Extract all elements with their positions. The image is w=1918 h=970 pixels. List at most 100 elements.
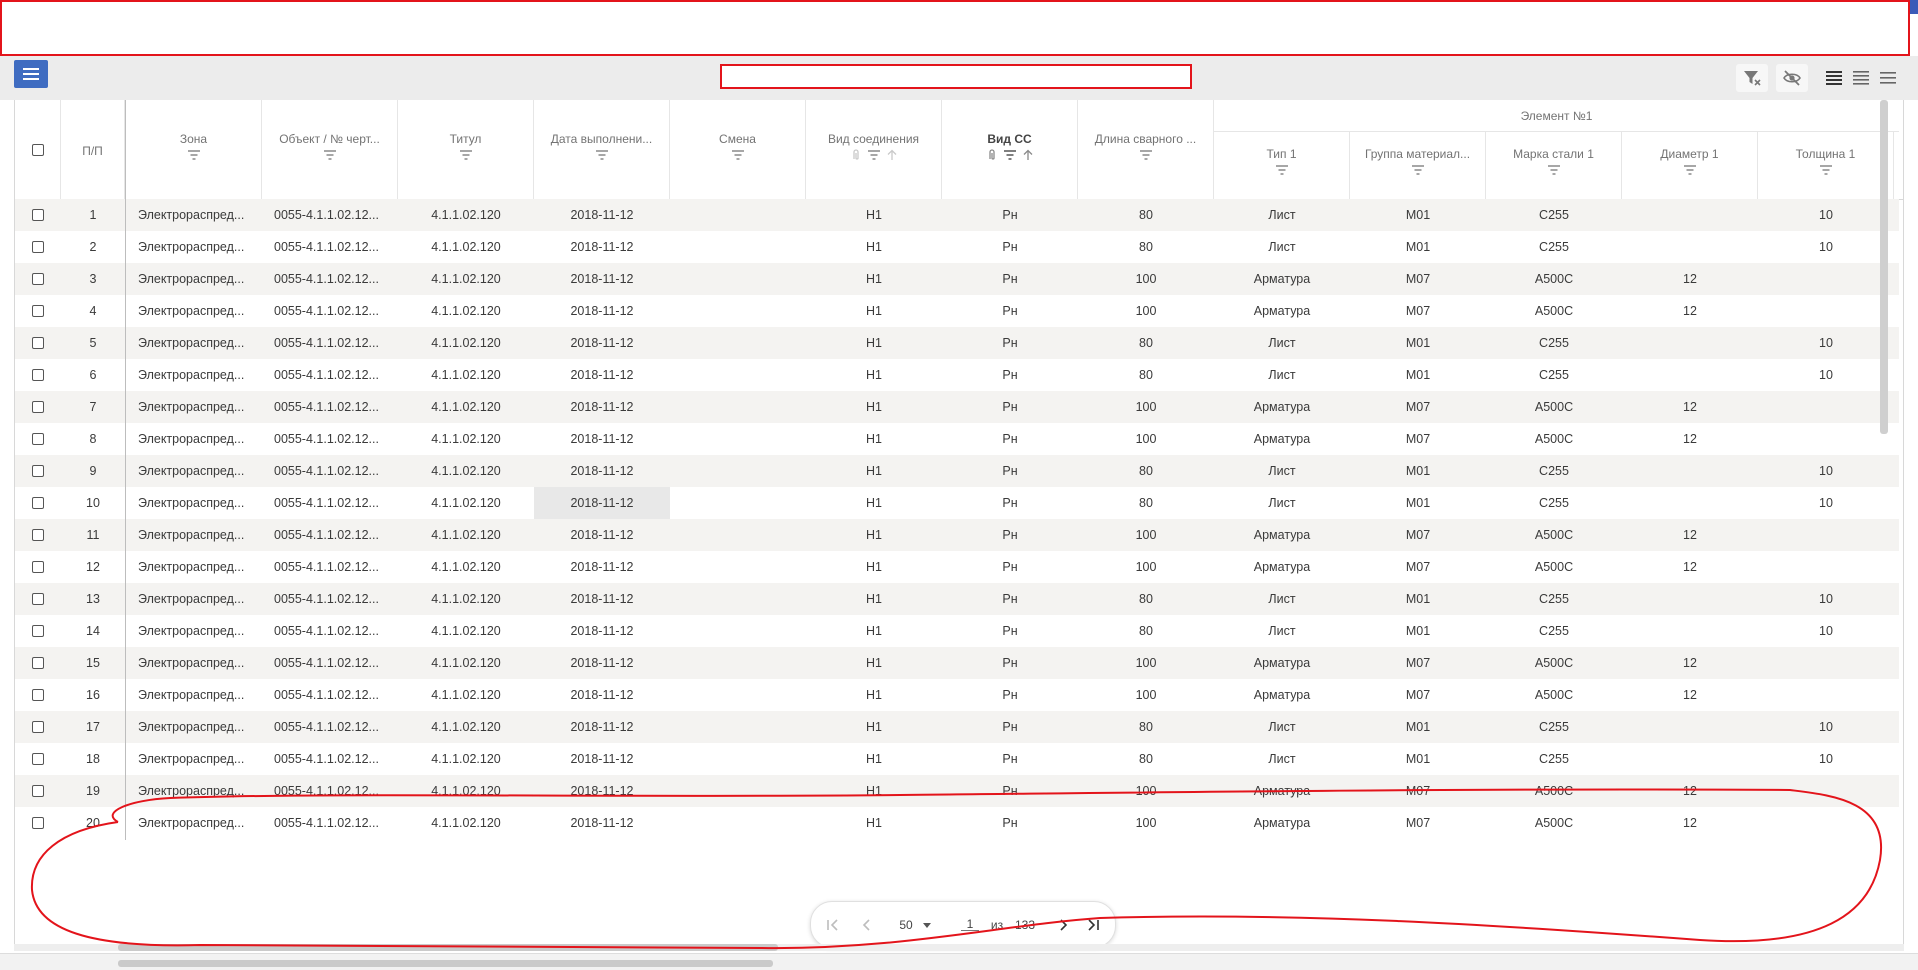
type1-cell[interactable]: Лист — [1214, 583, 1350, 615]
first-page-button[interactable] — [821, 902, 845, 947]
search-input[interactable] — [720, 64, 1192, 89]
steel-grade-cell[interactable]: С255 — [1486, 359, 1622, 391]
filter-icon[interactable] — [1003, 149, 1017, 161]
type1-cell[interactable]: Арматура — [1214, 647, 1350, 679]
header-object[interactable]: Объект / № черт... — [262, 100, 398, 199]
shift-cell[interactable] — [670, 743, 806, 775]
table-row[interactable]: 16 Электрораспред... 0055-4.1.1.02.12... 4.… — [15, 679, 1899, 711]
type1-cell[interactable]: Арматура — [1214, 679, 1350, 711]
joint-type-cell[interactable]: Н1 — [806, 327, 942, 359]
thickness-cell[interactable] — [1758, 423, 1894, 455]
ss-type-cell[interactable]: Рн — [942, 295, 1078, 327]
table-row[interactable]: 7 Электрораспред... 0055-4.1.1.02.12... 4.1… — [15, 391, 1899, 423]
date-cell[interactable]: 2018-11-12 — [534, 327, 670, 359]
date-cell[interactable]: 2018-11-12 — [534, 647, 670, 679]
steel-grade-cell[interactable]: А500С — [1486, 551, 1622, 583]
ss-type-cell[interactable]: Рн — [942, 743, 1078, 775]
row-number[interactable]: 8 — [61, 423, 125, 455]
object-cell[interactable]: 0055-4.1.1.02.12... — [262, 295, 398, 327]
steel-grade-cell[interactable]: С255 — [1486, 231, 1622, 263]
joint-type-cell[interactable]: Н1 — [806, 295, 942, 327]
material-group-cell[interactable]: М07 — [1350, 807, 1486, 839]
type1-cell[interactable]: Лист — [1214, 455, 1350, 487]
object-cell[interactable]: 0055-4.1.1.02.12... — [262, 423, 398, 455]
weld-length-cell[interactable]: 100 — [1078, 263, 1214, 295]
sort-arrow-up-icon[interactable] — [885, 149, 899, 161]
row-checkbox[interactable] — [32, 561, 44, 573]
thickness-cell[interactable]: 10 — [1758, 455, 1894, 487]
thickness-cell[interactable]: 10 — [1758, 327, 1894, 359]
zone-cell[interactable]: Электрораспред... — [126, 551, 262, 583]
object-cell[interactable]: 0055-4.1.1.02.12... — [262, 455, 398, 487]
thickness-cell[interactable] — [1758, 679, 1894, 711]
joint-type-cell[interactable]: Н1 — [806, 711, 942, 743]
joint-type-cell[interactable]: Н1 — [806, 487, 942, 519]
ss-type-cell[interactable]: Рн — [942, 583, 1078, 615]
diameter-cell[interactable] — [1622, 487, 1758, 519]
weld-length-cell[interactable]: 80 — [1078, 711, 1214, 743]
material-group-cell[interactable]: М01 — [1350, 231, 1486, 263]
weld-length-cell[interactable]: 80 — [1078, 583, 1214, 615]
table-row[interactable]: 5 Электрораспред... 0055-4.1.1.02.12... 4.1… — [15, 327, 1899, 359]
object-cell[interactable]: 0055-4.1.1.02.12... — [262, 327, 398, 359]
row-checkbox[interactable] — [32, 753, 44, 765]
ss-type-cell[interactable]: Рн — [942, 455, 1078, 487]
table-row[interactable]: 3 Электрораспред... 0055-4.1.1.02.12... 4.1… — [15, 263, 1899, 295]
row-number[interactable]: 12 — [61, 551, 125, 583]
filter-icon[interactable] — [459, 149, 473, 161]
table-row[interactable]: 13 Электрораспред... 0055-4.1.1.02.12... 4.… — [15, 583, 1899, 615]
thickness-cell[interactable]: 10 — [1758, 615, 1894, 647]
table-row[interactable]: 4 Электрораспред... 0055-4.1.1.02.12... 4.1… — [15, 295, 1899, 327]
shift-cell[interactable] — [670, 455, 806, 487]
object-cell[interactable]: 0055-4.1.1.02.12... — [262, 679, 398, 711]
attachment-icon[interactable] — [985, 149, 999, 161]
row-number[interactable]: 13 — [61, 583, 125, 615]
date-cell[interactable]: 2018-11-12 — [534, 455, 670, 487]
diameter-cell[interactable]: 12 — [1622, 519, 1758, 551]
shift-cell[interactable] — [670, 647, 806, 679]
row-checkbox[interactable] — [32, 401, 44, 413]
object-cell[interactable]: 0055-4.1.1.02.12... — [262, 199, 398, 231]
material-group-cell[interactable]: М01 — [1350, 199, 1486, 231]
row-checkbox[interactable] — [32, 721, 44, 733]
next-page-button[interactable] — [1051, 902, 1075, 947]
steel-grade-cell[interactable]: А500С — [1486, 295, 1622, 327]
zone-cell[interactable]: Электрораспред... — [126, 647, 262, 679]
joint-type-cell[interactable]: Н1 — [806, 423, 942, 455]
date-cell[interactable]: 2018-11-12 — [534, 487, 670, 519]
row-checkbox[interactable] — [32, 305, 44, 317]
material-group-cell[interactable]: М07 — [1350, 519, 1486, 551]
date-cell[interactable]: 2018-11-12 — [534, 775, 670, 807]
ss-type-cell[interactable]: Рн — [942, 231, 1078, 263]
weld-length-cell[interactable]: 80 — [1078, 743, 1214, 775]
diameter-cell[interactable] — [1622, 455, 1758, 487]
filter-icon[interactable] — [731, 149, 745, 161]
thickness-cell[interactable] — [1758, 263, 1894, 295]
joint-type-cell[interactable]: Н1 — [806, 647, 942, 679]
table-row[interactable]: 10 Электрораспред... 0055-4.1.1.02.12... 4.… — [15, 487, 1899, 519]
shift-cell[interactable] — [670, 519, 806, 551]
row-number[interactable]: 2 — [61, 231, 125, 263]
type1-cell[interactable]: Лист — [1214, 615, 1350, 647]
header-weld-length[interactable]: Длина сварного ... — [1078, 100, 1214, 199]
weld-length-cell[interactable]: 100 — [1078, 679, 1214, 711]
date-cell[interactable]: 2018-11-12 — [534, 423, 670, 455]
filter-icon[interactable] — [1683, 164, 1697, 176]
thickness-cell[interactable] — [1758, 391, 1894, 423]
table-row[interactable]: 1 Электрораспред... 0055-4.1.1.02.12... 4.1… — [15, 199, 1899, 231]
date-cell[interactable]: 2018-11-12 — [534, 263, 670, 295]
row-number[interactable]: 11 — [61, 519, 125, 551]
weld-length-cell[interactable]: 80 — [1078, 455, 1214, 487]
title-cell[interactable]: 4.1.1.02.120 — [398, 615, 534, 647]
steel-grade-cell[interactable]: А500С — [1486, 807, 1622, 839]
shift-cell[interactable] — [670, 807, 806, 839]
row-checkbox[interactable] — [32, 209, 44, 221]
table-row[interactable]: 18 Электрораспред... 0055-4.1.1.02.12... 4.… — [15, 743, 1899, 775]
joint-type-cell[interactable]: Н1 — [806, 231, 942, 263]
row-checkbox[interactable] — [32, 785, 44, 797]
material-group-cell[interactable]: М01 — [1350, 359, 1486, 391]
row-number[interactable]: 16 — [61, 679, 125, 711]
title-cell[interactable]: 4.1.1.02.120 — [398, 199, 534, 231]
weld-length-cell[interactable]: 100 — [1078, 391, 1214, 423]
type1-cell[interactable]: Арматура — [1214, 551, 1350, 583]
